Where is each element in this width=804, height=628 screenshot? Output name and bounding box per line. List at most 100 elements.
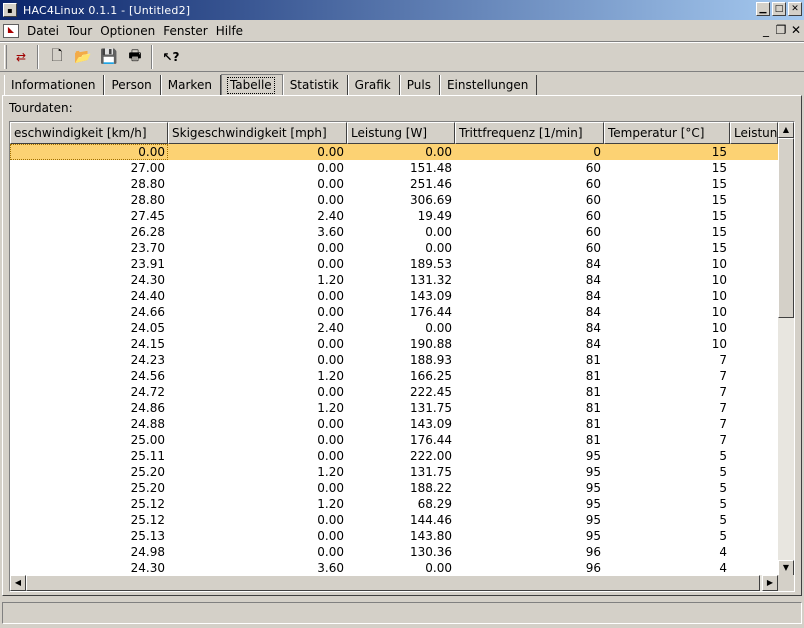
table-cell: 24.40 [130, 289, 165, 303]
column-header[interactable]: Leistung [730, 122, 778, 144]
tab-person[interactable]: Person [104, 75, 161, 95]
tab-informationen[interactable]: Informationen [4, 75, 105, 95]
table-cell [730, 240, 778, 256]
mdi-restore-button[interactable]: ❐ [775, 23, 787, 37]
table-cell: 7 [719, 433, 727, 447]
table-cell: 0.00 [425, 321, 452, 335]
menu-optionen[interactable]: Optionen [96, 24, 159, 38]
table-row[interactable]: 24.30 1.20 131.32 84 10 [10, 272, 778, 288]
table-cell: 4 [719, 561, 727, 575]
table-cell [730, 288, 778, 304]
print-icon[interactable]: 🖶 [123, 45, 147, 69]
menu-hilfe[interactable]: Hilfe [212, 24, 247, 38]
status-bar [2, 602, 802, 624]
tab-puls[interactable]: Puls [399, 75, 440, 95]
table-row[interactable]: 24.66 0.00 176.44 84 10 [10, 304, 778, 320]
column-header[interactable]: Temperatur [°C] [604, 122, 730, 144]
table-row[interactable]: 24.56 1.20 166.25 81 7 [10, 368, 778, 384]
table-cell: 131.75 [410, 465, 452, 479]
table-row[interactable]: 24.15 0.00 190.88 84 10 [10, 336, 778, 352]
column-header[interactable]: eschwindigkeit [km/h] [10, 122, 168, 144]
column-header[interactable]: Trittfrequenz [1/min] [455, 122, 604, 144]
table-cell: 5 [719, 481, 727, 495]
table-cell [730, 512, 778, 528]
tab-statistik[interactable]: Statistik [282, 75, 348, 95]
table-row[interactable]: 25.13 0.00 143.80 95 5 [10, 528, 778, 544]
column-header[interactable]: Skigeschwindigkeit [mph] [168, 122, 347, 144]
table-cell: 28.80 [130, 193, 165, 207]
tab-einstellungen[interactable]: Einstellungen [439, 75, 538, 95]
table-row[interactable]: 24.05 2.40 0.00 84 10 [10, 320, 778, 336]
vertical-scrollbar[interactable]: ▲ ▼ [778, 122, 794, 576]
table-row[interactable]: 27.00 0.00 151.48 60 15 [10, 160, 778, 176]
table-row[interactable]: 28.80 0.00 251.46 60 15 [10, 176, 778, 192]
table-cell [730, 352, 778, 368]
table-row[interactable]: 25.12 0.00 144.46 95 5 [10, 512, 778, 528]
table-row[interactable]: 0.00 0.00 0.00 0 15 [10, 144, 778, 160]
table-cell: 10 [711, 305, 727, 319]
table-cell: 0.00 [317, 481, 344, 495]
table-cell: 7 [719, 369, 727, 383]
horizontal-scrollbar[interactable]: ◀ ▶ [10, 575, 778, 591]
horizontal-scroll-thumb[interactable] [26, 575, 760, 591]
table-row[interactable]: 25.20 0.00 188.22 95 5 [10, 480, 778, 496]
window-titlebar[interactable]: ▪ HAC4Linux 0.1.1 - [Untitled2] ▁ □ ✕ [0, 0, 804, 20]
table-cell: 188.22 [410, 481, 452, 495]
system-menu-icon[interactable]: ▪ [3, 3, 17, 17]
table-row[interactable]: 24.30 3.60 0.00 96 4 [10, 560, 778, 576]
table-cell: 131.75 [410, 401, 452, 415]
table-cell: 5 [719, 529, 727, 543]
table-cell: 166.25 [410, 369, 452, 383]
menu-tour[interactable]: Tour [63, 24, 96, 38]
table-row[interactable]: 25.11 0.00 222.00 95 5 [10, 448, 778, 464]
context-help-icon[interactable]: ↖? [159, 45, 183, 69]
table-cell: 10 [711, 289, 727, 303]
menu-datei[interactable]: Datei [23, 24, 63, 38]
tab-grafik[interactable]: Grafik [347, 75, 400, 95]
scroll-down-button[interactable]: ▼ [778, 560, 794, 576]
table-row[interactable]: 24.40 0.00 143.09 84 10 [10, 288, 778, 304]
table-row[interactable]: 27.45 2.40 19.49 60 15 [10, 208, 778, 224]
new-file-icon[interactable]: 🗋 [45, 45, 69, 69]
transfer-icon[interactable]: ⇄ [9, 45, 33, 69]
table-cell [730, 400, 778, 416]
minimize-button[interactable]: ▁ [756, 2, 770, 16]
table-cell: 24.23 [130, 353, 165, 367]
save-icon[interactable]: 💾 [97, 45, 121, 69]
maximize-button[interactable]: □ [772, 2, 786, 16]
table-row[interactable]: 25.20 1.20 131.75 95 5 [10, 464, 778, 480]
document-icon[interactable]: ◣ [3, 23, 19, 38]
menu-fenster[interactable]: Fenster [159, 24, 212, 38]
table-row[interactable]: 24.72 0.00 222.45 81 7 [10, 384, 778, 400]
table-cell: 0.00 [425, 241, 452, 255]
table-row[interactable]: 28.80 0.00 306.69 60 15 [10, 192, 778, 208]
table-row[interactable]: 23.70 0.00 0.00 60 15 [10, 240, 778, 256]
close-button[interactable]: ✕ [788, 2, 802, 16]
tab-tabelle[interactable]: Tabelle [220, 74, 283, 96]
table-row[interactable]: 25.12 1.20 68.29 95 5 [10, 496, 778, 512]
table-cell: 84 [585, 321, 601, 335]
column-header[interactable]: Leistung [W] [347, 122, 455, 144]
mdi-minimize-button[interactable]: _ [760, 23, 772, 37]
table-row[interactable]: 24.88 0.00 143.09 81 7 [10, 416, 778, 432]
scroll-right-button[interactable]: ▶ [762, 575, 778, 591]
toolbar-grip[interactable] [4, 45, 7, 69]
table-row[interactable]: 23.91 0.00 189.53 84 10 [10, 256, 778, 272]
table-cell: 84 [585, 337, 601, 351]
mdi-close-button[interactable]: ✕ [790, 23, 802, 37]
scroll-left-button[interactable]: ◀ [10, 575, 26, 591]
scroll-up-button[interactable]: ▲ [778, 122, 794, 138]
tab-marken[interactable]: Marken [160, 75, 221, 95]
table-row[interactable]: 24.23 0.00 188.93 81 7 [10, 352, 778, 368]
open-folder-icon[interactable]: 📂 [71, 45, 95, 69]
vertical-scroll-thumb[interactable] [778, 138, 794, 318]
table-row[interactable]: 24.86 1.20 131.75 81 7 [10, 400, 778, 416]
table-cell [730, 304, 778, 320]
table-cell: 15 [711, 161, 727, 175]
table-row[interactable]: 24.98 0.00 130.36 96 4 [10, 544, 778, 560]
table-cell: 24.56 [130, 369, 165, 383]
tour-data-table: eschwindigkeit [km/h] Skigeschwindigkeit… [9, 121, 795, 592]
table-row[interactable]: 25.00 0.00 176.44 81 7 [10, 432, 778, 448]
table-row[interactable]: 26.28 3.60 0.00 60 15 [10, 224, 778, 240]
table-cell [730, 528, 778, 544]
